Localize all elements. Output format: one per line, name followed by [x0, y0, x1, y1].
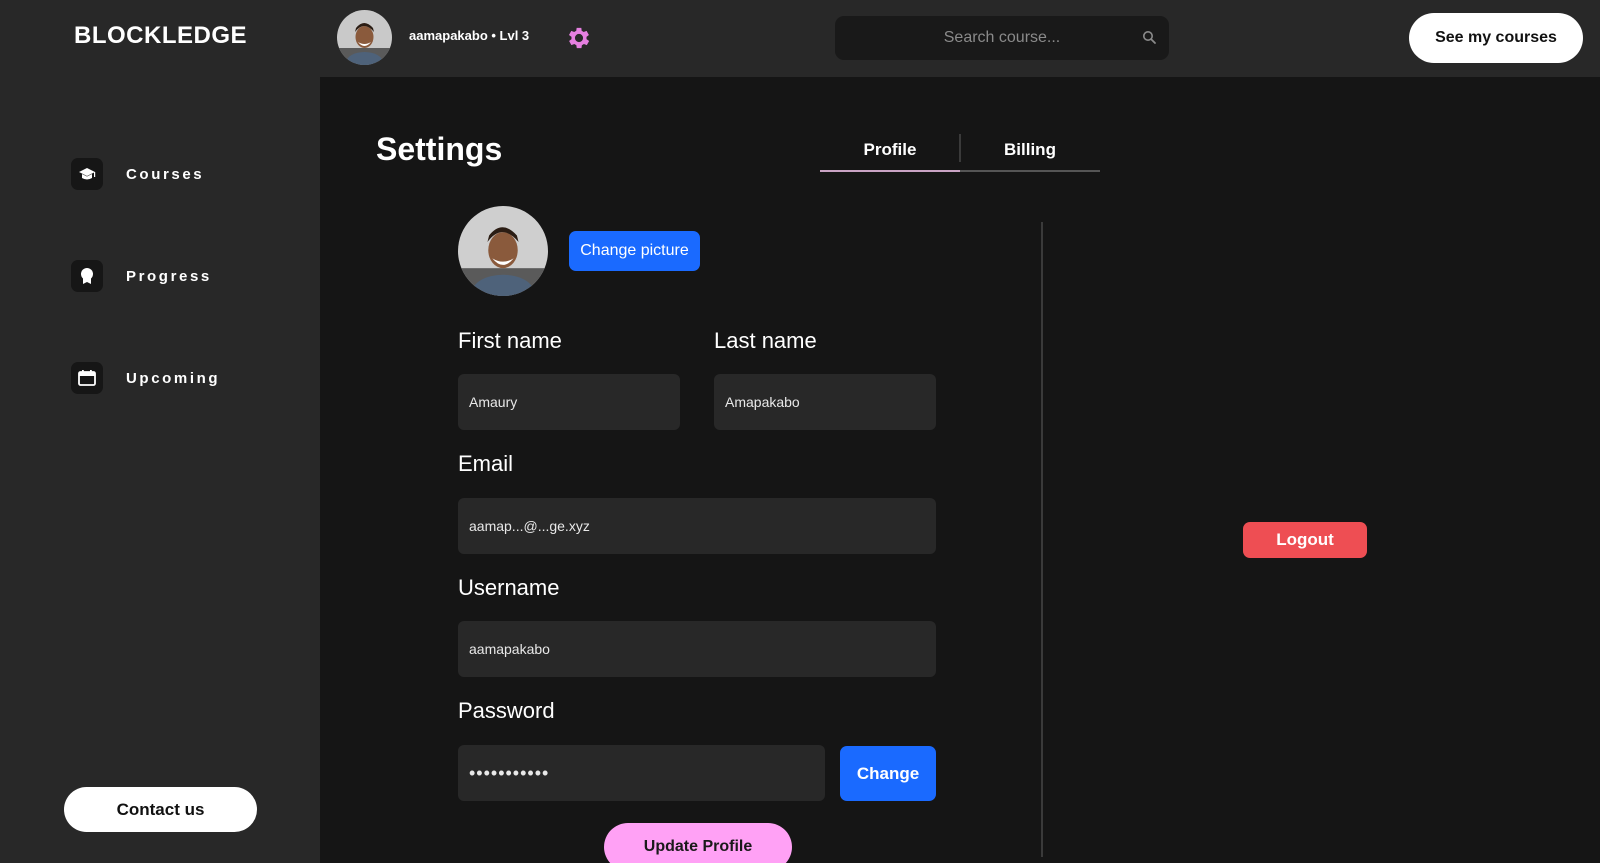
email-input[interactable]: [458, 498, 936, 554]
password-field-box: [458, 745, 825, 801]
vertical-divider: [1041, 222, 1043, 857]
last-name-input[interactable]: [714, 374, 936, 430]
tab-billing[interactable]: Billing: [960, 132, 1100, 172]
search-box: [835, 16, 1169, 60]
tab-profile[interactable]: Profile: [820, 132, 960, 172]
first-name-label: First name: [458, 328, 562, 353]
calendar-icon: [71, 362, 103, 394]
email-label: Email: [458, 451, 514, 476]
award-ribbon-icon: [71, 260, 103, 292]
graduation-cap-icon: [71, 158, 103, 190]
see-my-courses-button[interactable]: See my courses: [1409, 13, 1583, 63]
username-field-box: [458, 621, 936, 677]
last-name-label: Last name: [714, 328, 817, 353]
brand-logo[interactable]: BLOCKLEDGE: [74, 22, 247, 50]
top-bar: aamapakabo • Lvl 3 See my courses: [320, 0, 1600, 77]
profile-picture: [458, 206, 548, 296]
username-level: aamapakabo • Lvl 3: [409, 28, 530, 43]
username-label: Username: [458, 575, 560, 600]
sidebar-item-upcoming[interactable]: Upcoming: [71, 362, 220, 394]
change-password-button[interactable]: Change: [840, 746, 936, 801]
search-icon[interactable]: [1142, 30, 1157, 45]
first-name-field-box: [458, 374, 680, 430]
email-field-box: [458, 498, 936, 554]
update-profile-button[interactable]: Update Profile: [604, 823, 792, 863]
settings-gear-icon[interactable]: [565, 24, 593, 52]
last-name-field-box: [714, 374, 936, 430]
sidebar-item-label: Upcoming: [126, 369, 221, 387]
search-input[interactable]: [835, 16, 1169, 60]
sidebar-item-progress[interactable]: Progress: [71, 260, 212, 292]
username-input[interactable]: [458, 621, 936, 677]
sidebar: BLOCKLEDGE Courses Progress Upcoming Con…: [0, 0, 320, 863]
change-picture-button[interactable]: Change picture: [569, 231, 700, 271]
first-name-input[interactable]: [458, 374, 680, 430]
contact-us-button[interactable]: Contact us: [64, 787, 257, 832]
sidebar-item-courses[interactable]: Courses: [71, 158, 204, 190]
password-input[interactable]: [458, 745, 825, 801]
sidebar-item-label: Progress: [126, 267, 212, 285]
logout-button[interactable]: Logout: [1243, 522, 1367, 558]
app-root: BLOCKLEDGE Courses Progress Upcoming Con…: [0, 0, 1600, 863]
tab-divider: [959, 134, 961, 162]
user-avatar[interactable]: [337, 10, 392, 65]
sidebar-item-label: Courses: [126, 165, 205, 183]
settings-tabs: Profile Billing: [820, 132, 1100, 172]
page-title: Settings: [376, 131, 503, 167]
password-label: Password: [458, 698, 555, 723]
